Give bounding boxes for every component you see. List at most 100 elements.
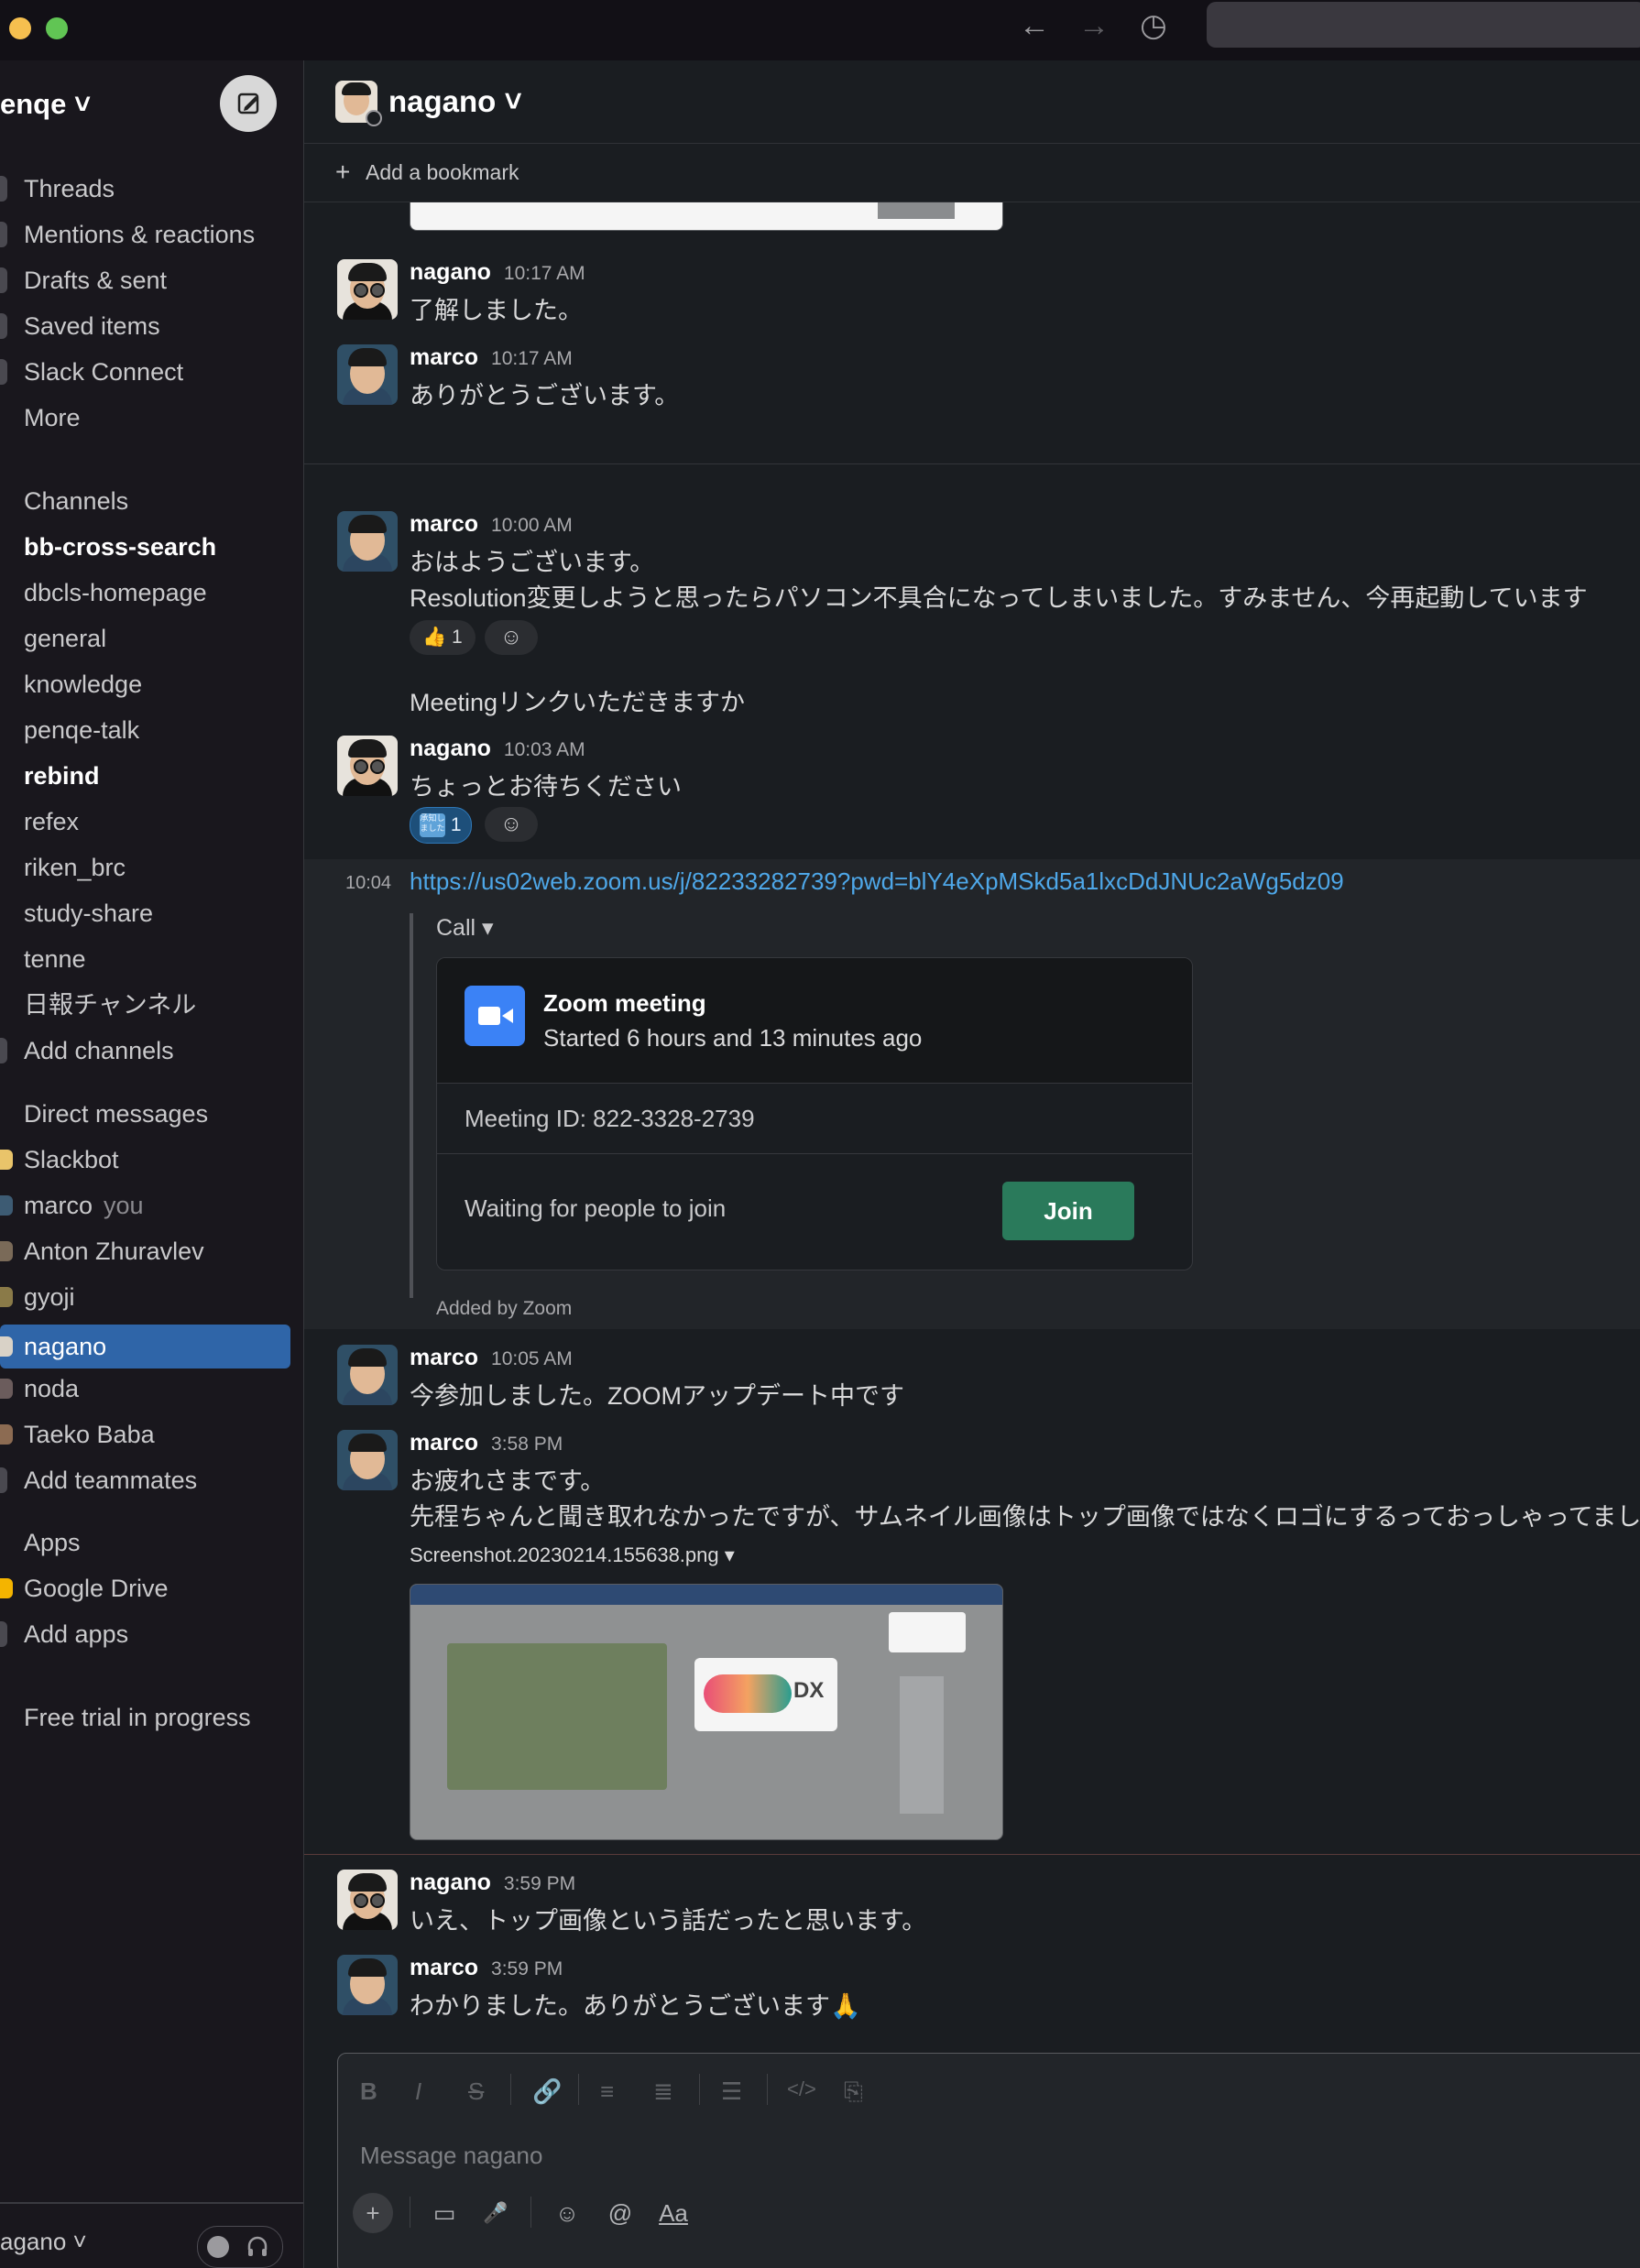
bold-icon[interactable]: B <box>360 2077 377 2106</box>
sidebar-dm[interactable]: Slackbot <box>0 1138 293 1182</box>
apps-section-header[interactable]: Apps <box>0 1521 293 1565</box>
code-icon[interactable]: </> <box>787 2077 816 2101</box>
message-sender[interactable]: nagano 10:17 AM <box>410 259 585 286</box>
message-sender[interactable]: marco 10:00 AM <box>410 511 573 538</box>
dm-label: noda <box>24 1375 80 1402</box>
avatar[interactable] <box>337 1345 398 1405</box>
sidebar-item-saved[interactable]: Saved items <box>0 304 293 348</box>
message-timestamp[interactable]: 10:17 AM <box>491 348 573 369</box>
mention-icon[interactable]: @ <box>600 2193 640 2233</box>
message-timestamp[interactable]: 3:59 PM <box>504 1873 575 1894</box>
message-sender[interactable]: marco 3:59 PM <box>410 1955 563 1981</box>
sidebar-channel[interactable]: penqe-talk <box>0 708 293 752</box>
emoji-icon[interactable]: ☺ <box>547 2193 587 2233</box>
call-dropdown[interactable]: Call ▾ <box>436 914 494 942</box>
sidebar-dm[interactable]: Taeko Baba <box>0 1412 293 1456</box>
sidebar-app[interactable]: Google Drive <box>0 1566 293 1610</box>
add-channels-button[interactable]: Add channels <box>0 1029 293 1073</box>
sidebar-item-threads[interactable]: Threads <box>0 167 293 211</box>
sidebar-channel[interactable]: general <box>0 616 293 660</box>
blockquote-icon[interactable]: ☰ <box>721 2077 742 2106</box>
message-timestamp[interactable]: 3:59 PM <box>491 1958 563 1979</box>
microphone-icon[interactable]: 🎤 <box>476 2193 516 2233</box>
message-sender[interactable]: marco 10:05 AM <box>410 1345 573 1371</box>
message-sender[interactable]: marco 3:58 PM <box>410 1430 563 1456</box>
sidebar-channel[interactable]: refex <box>0 800 293 844</box>
link-icon[interactable]: 🔗 <box>532 2077 562 2106</box>
message-timestamp[interactable]: 3:58 PM <box>491 1434 563 1455</box>
current-user-menu[interactable]: agano ˅ <box>0 2228 87 2256</box>
reaction-thumbs-up[interactable]: 👍 1 <box>410 620 476 655</box>
sidebar-channel[interactable]: dbcls-homepage <box>0 571 293 615</box>
formatting-toggle-icon[interactable]: Aa <box>653 2193 694 2233</box>
add-teammates-button[interactable]: Add teammates <box>0 1458 293 1502</box>
sidebar-dm[interactable]: marco you <box>0 1183 293 1227</box>
add-reaction-button[interactable]: ☺ <box>485 620 538 655</box>
avatar[interactable] <box>337 736 398 796</box>
avatar[interactable] <box>337 259 398 320</box>
screenshot-attachment[interactable]: DX <box>410 1584 1003 1840</box>
forward-arrow-icon[interactable]: → <box>1074 7 1114 44</box>
compose-button[interactable] <box>220 75 277 132</box>
sidebar-dm[interactable]: gyoji <box>0 1275 293 1319</box>
window-zoom-button[interactable] <box>46 17 68 39</box>
add-bookmark-button[interactable]: + Add a bookmark <box>304 143 1640 202</box>
message-timestamp[interactable]: 10:05 AM <box>491 1348 573 1369</box>
message-timestamp[interactable]: 10:04 <box>345 873 391 894</box>
history-icon[interactable]: ◷ <box>1133 7 1174 44</box>
message-timestamp[interactable]: 10:00 AM <box>491 515 573 536</box>
avatar[interactable] <box>337 1955 398 2015</box>
avatar[interactable] <box>337 511 398 572</box>
sidebar-item-mentions[interactable]: Mentions & reactions <box>0 213 293 256</box>
italic-icon[interactable]: I <box>415 2077 421 2106</box>
channels-section-header[interactable]: Channels <box>0 479 293 523</box>
add-teammates-label: Add teammates <box>24 1467 198 1494</box>
you-label: you <box>104 1192 144 1219</box>
window-minimize-button[interactable] <box>9 17 31 39</box>
message-timestamp[interactable]: 10:17 AM <box>504 263 585 284</box>
search-bar[interactable] <box>1207 2 1640 48</box>
numbered-list-icon[interactable]: ≡ <box>600 2077 614 2106</box>
sidebar-channel[interactable]: bb-cross-search <box>0 525 293 569</box>
add-attachment-button[interactable]: + <box>353 2193 393 2233</box>
sidebar-dm[interactable]: nagano <box>0 1325 290 1368</box>
strikethrough-icon[interactable]: S <box>468 2077 484 2106</box>
message-input[interactable]: Message nagano <box>360 2142 542 2170</box>
workspace-name[interactable]: enqe ˅ <box>0 88 91 121</box>
avatar[interactable] <box>337 1870 398 1930</box>
sidebar-item-more[interactable]: More <box>0 396 293 440</box>
message-sender[interactable]: marco 10:17 AM <box>410 344 573 371</box>
add-reaction-button[interactable]: ☺ <box>485 807 538 842</box>
code-block-icon[interactable]: ⎘ <box>844 2077 863 2107</box>
join-button[interactable]: Join <box>1002 1182 1134 1240</box>
avatar[interactable] <box>337 344 398 405</box>
zoom-link[interactable]: https://us02web.zoom.us/j/82233282739?pw… <box>410 867 1344 896</box>
sidebar-dm[interactable]: Anton Zhuravlev <box>0 1229 293 1273</box>
back-arrow-icon[interactable]: ← <box>1014 7 1055 44</box>
plus-icon <box>0 1467 7 1493</box>
huddle-toggle[interactable] <box>197 2226 283 2268</box>
avatar[interactable] <box>337 1430 398 1490</box>
channel-title[interactable]: nagano ˅ <box>388 84 522 119</box>
message-timestamp[interactable]: 10:03 AM <box>504 739 585 760</box>
message-sender[interactable]: nagano 10:03 AM <box>410 736 585 762</box>
sidebar-channel[interactable]: riken_brc <box>0 845 293 889</box>
sidebar-channel[interactable]: tenne <box>0 937 293 981</box>
sidebar-channel[interactable]: study-share <box>0 891 293 935</box>
reaction-acknowledged[interactable]: 承知しました 1 <box>410 807 472 844</box>
sidebar-item-slack-connect[interactable]: Slack Connect <box>0 350 293 394</box>
dm-section-header[interactable]: Direct messages <box>0 1092 293 1136</box>
sidebar-channel[interactable]: rebind <box>0 754 293 798</box>
image-attachment-preview[interactable] <box>410 202 1003 231</box>
file-name-dropdown[interactable]: Screenshot.20230214.155638.png ▾ <box>410 1543 735 1567</box>
sidebar-channel[interactable]: 日報チャンネル <box>0 983 293 1027</box>
free-trial-link[interactable]: Free trial in progress <box>0 1696 293 1739</box>
message-text: Resolution変更しようと思ったらパソコン不具合になってしまいました。すみ… <box>410 584 1588 612</box>
sidebar-channel[interactable]: knowledge <box>0 662 293 706</box>
bulleted-list-icon[interactable]: ≣ <box>653 2077 673 2106</box>
video-clip-icon[interactable]: ▭ <box>424 2193 465 2233</box>
message-sender[interactable]: nagano 3:59 PM <box>410 1870 575 1896</box>
add-apps-button[interactable]: Add apps <box>0 1612 293 1656</box>
sidebar-dm[interactable]: noda <box>0 1367 293 1411</box>
sidebar-item-drafts[interactable]: Drafts & sent <box>0 258 293 302</box>
